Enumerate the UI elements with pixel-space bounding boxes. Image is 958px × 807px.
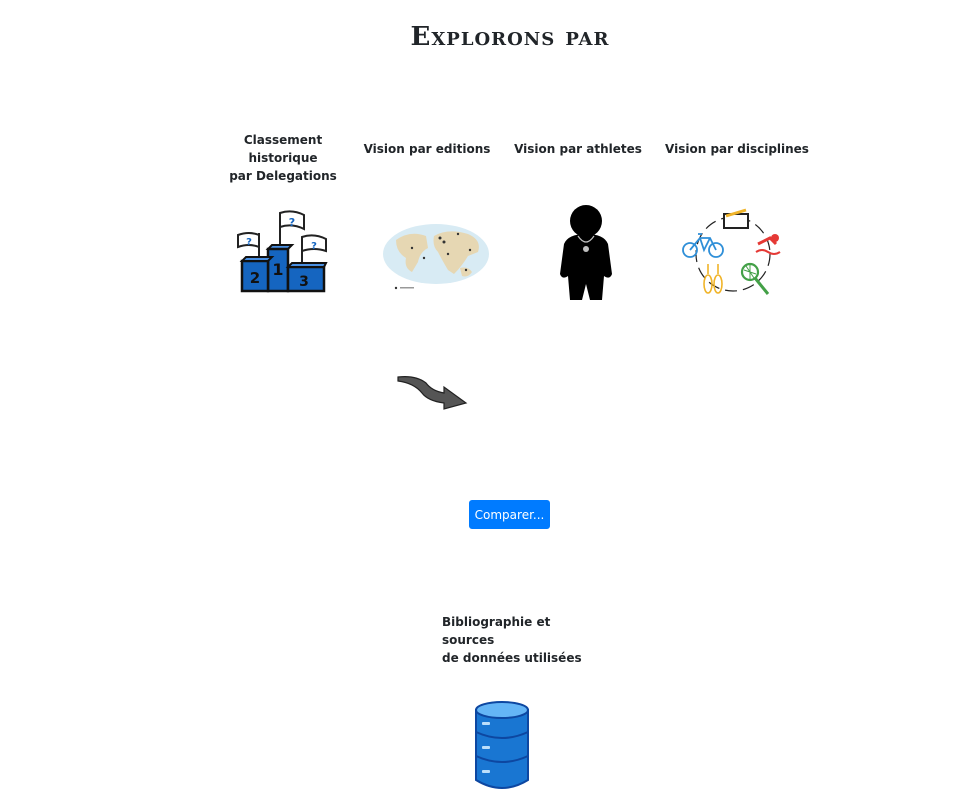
biblio-label-line1: Bibliographie et sources	[442, 615, 551, 647]
athlete-silhouette-icon	[560, 205, 612, 300]
flag-mark: ?	[246, 237, 252, 248]
disciplines-link[interactable]	[680, 208, 786, 298]
world-map-icon	[383, 224, 489, 290]
compare-button[interactable]: Comparer...	[469, 500, 550, 529]
podium-icon: ? ? ? 1 2 3	[237, 210, 328, 293]
card-label-line1: Vision par athletes	[514, 142, 642, 156]
card-label-athletes: Vision par athletes	[503, 140, 653, 158]
database-icon	[475, 701, 529, 789]
disciplines-cycle-icon	[682, 208, 781, 295]
card-label-line1: Classement historique	[243, 133, 323, 165]
card-label-classement: Classement historique par Delegations	[208, 131, 358, 185]
card-label-disciplines: Vision par disciplines	[662, 140, 812, 158]
card-label-editions: Vision par editions	[352, 140, 502, 158]
flag-mark: ?	[311, 241, 317, 252]
biblio-label-line2: de données utilisées	[442, 651, 582, 665]
card-label-line1: Vision par disciplines	[665, 142, 809, 156]
podium-link[interactable]: ? ? ? 1 2 3	[232, 205, 332, 297]
podium-place-2: 2	[250, 269, 260, 287]
page-title: Explorons par	[410, 22, 610, 52]
biblio-label: Bibliographie et sources de données util…	[442, 613, 602, 667]
database-link[interactable]	[472, 700, 532, 792]
podium-place-1: 1	[272, 260, 283, 279]
card-label-line2: par Delegations	[229, 169, 337, 183]
curved-arrow-icon	[397, 376, 468, 410]
podium-place-3: 3	[299, 274, 309, 290]
card-label-line1: Vision par editions	[363, 142, 491, 156]
world-map-link[interactable]	[382, 222, 490, 294]
athlete-link[interactable]	[556, 204, 616, 302]
flag-mark: ?	[289, 216, 295, 229]
